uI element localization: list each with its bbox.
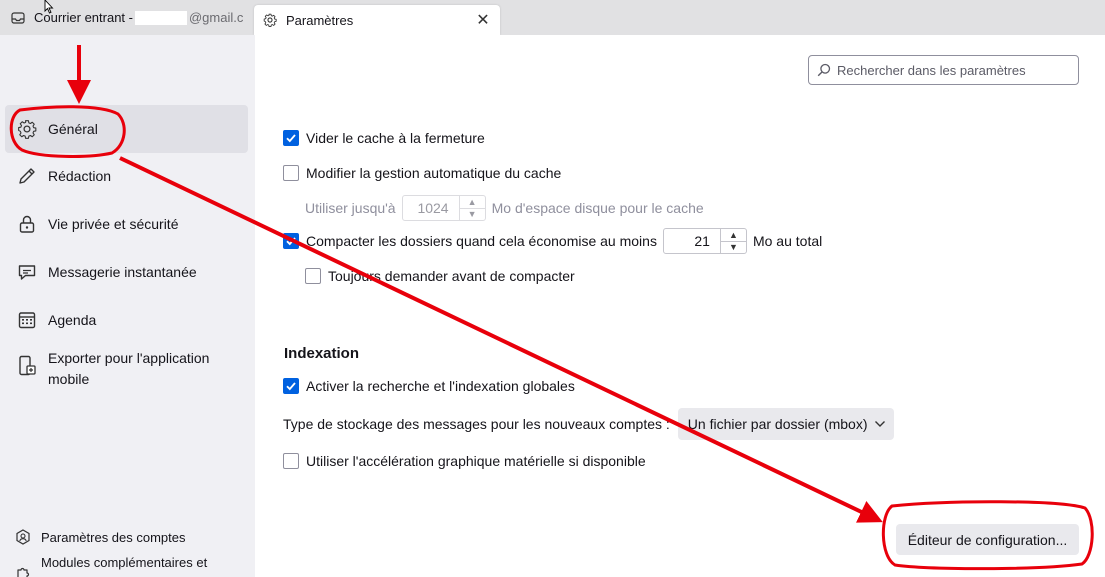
storage-type-select[interactable]: Un fichier par dossier (mbox) [677, 408, 894, 440]
chevron-down-icon[interactable]: ▼ [720, 240, 746, 254]
chevron-up-icon[interactable]: ▲ [721, 229, 746, 241]
always-ask-row: Toujours demander avant de compacter [305, 268, 575, 284]
global-search-label: Activer la recherche et l'indexation glo… [306, 378, 575, 394]
use-up-to-label: Utiliser jusqu'à [305, 200, 396, 216]
compact-row: Compacter les dossiers quand cela économ… [283, 228, 822, 254]
calendar-icon [17, 310, 37, 330]
search-icon [817, 63, 831, 77]
tab-settings-label: Paramètres [286, 12, 354, 28]
chevron-down-icon [874, 420, 886, 428]
sidebar-item-addons[interactable]: Modules complémentaires et [15, 555, 207, 577]
accounts-icon [15, 529, 31, 545]
cache-size-unit: Mo d'espace disque pour le cache [491, 200, 704, 216]
sidebar-item-calendar[interactable]: Agenda [5, 310, 248, 331]
lock-icon [17, 214, 37, 234]
tab-settings[interactable]: Paramètres ✕ [254, 5, 500, 35]
tab-inbox-email-suffix: @gmail.c [188, 10, 244, 25]
compact-threshold-value: 21 [694, 233, 710, 249]
sidebar-item-label: Messagerie instantanée [48, 264, 197, 280]
chevron-up-icon[interactable]: ▲ [460, 196, 485, 208]
storage-type-value: Un fichier par dossier (mbox) [687, 416, 868, 432]
sidebar-item-mobile-export[interactable]: Exporter pour l'application mobile [5, 348, 220, 390]
tab-inbox[interactable]: Courrier entrant - @gmail.c [0, 0, 250, 35]
hw-accel-row: Utiliser l'accélération graphique matéri… [283, 453, 646, 469]
cache-size-stepper[interactable]: 1024 ▲ ▼ [401, 195, 486, 221]
compact-label: Compacter les dossiers quand cela économ… [306, 233, 657, 249]
sidebar-footer-label: Paramètres des comptes [41, 529, 186, 545]
mouse-cursor-icon [44, 0, 54, 14]
hw-accel-checkbox[interactable] [283, 453, 299, 469]
chat-icon [17, 262, 37, 282]
override-cache-checkbox[interactable] [283, 165, 299, 181]
indexation-heading: Indexation [284, 345, 360, 362]
override-cache-row: Modifier la gestion automatique du cache [283, 165, 561, 181]
cache-size-row: Utiliser jusqu'à 1024 ▲ ▼ Mo d'espace di… [305, 195, 704, 221]
sidebar-item-redaction[interactable]: Rédaction [5, 166, 248, 187]
compact-threshold-stepper[interactable]: 21 ▲ ▼ [662, 228, 747, 254]
sidebar-item-label: Vie privée et sécurité [48, 216, 179, 232]
config-editor-button[interactable]: Éditeur de configuration... [896, 524, 1079, 555]
sidebar-item-chat[interactable]: Messagerie instantanée [5, 262, 248, 283]
sidebar-item-general[interactable]: Général [5, 105, 248, 153]
clear-cache-label: Vider le cache à la fermeture [306, 130, 485, 146]
chevron-down-icon[interactable]: ▼ [459, 207, 485, 221]
inbox-icon [10, 10, 26, 26]
sidebar-item-label: Agenda [48, 312, 97, 328]
tab-strip: Courrier entrant - @gmail.c Paramètres ✕ [0, 0, 1105, 35]
pencil-icon [17, 166, 37, 186]
cache-size-value: 1024 [417, 200, 449, 216]
override-cache-label: Modifier la gestion automatique du cache [306, 165, 562, 181]
mobile-export-icon [17, 355, 37, 376]
gear-icon [17, 119, 37, 139]
sidebar-footer-label: Modules complémentaires et [41, 555, 208, 570]
sidebar-item-label: Exporter pour l'application mobile [48, 350, 210, 387]
puzzle-icon [15, 565, 31, 577]
clear-cache-row: Vider le cache à la fermeture [283, 130, 485, 146]
sidebar: Général Rédaction Vie privée et sécurité… [0, 35, 255, 577]
storage-type-row: Type de stockage des messages pour les n… [283, 408, 894, 440]
hw-accel-label: Utiliser l'accélération graphique matéri… [306, 453, 646, 469]
sidebar-item-privacy[interactable]: Vie privée et sécurité [5, 214, 248, 235]
close-icon[interactable]: ✕ [474, 11, 492, 29]
sidebar-item-label: Rédaction [48, 168, 112, 184]
global-search-row: Activer la recherche et l'indexation glo… [283, 378, 575, 394]
global-search-checkbox[interactable] [283, 378, 299, 394]
always-ask-label: Toujours demander avant de compacter [328, 268, 575, 284]
redacted-email [134, 10, 187, 25]
compact-checkbox[interactable] [283, 233, 299, 249]
always-ask-checkbox[interactable] [305, 268, 321, 284]
search-placeholder: Rechercher dans les paramètres [837, 62, 1026, 78]
settings-content: Rechercher dans les paramètres Vider le … [255, 35, 1105, 577]
sidebar-item-account-settings[interactable]: Paramètres des comptes [15, 529, 186, 545]
storage-type-label: Type de stockage des messages pour les n… [283, 416, 670, 432]
sidebar-item-label: Général [48, 120, 98, 137]
clear-cache-checkbox[interactable] [283, 130, 299, 146]
gear-icon [262, 12, 278, 28]
search-input[interactable]: Rechercher dans les paramètres [808, 55, 1079, 85]
compact-unit: Mo au total [752, 233, 823, 249]
